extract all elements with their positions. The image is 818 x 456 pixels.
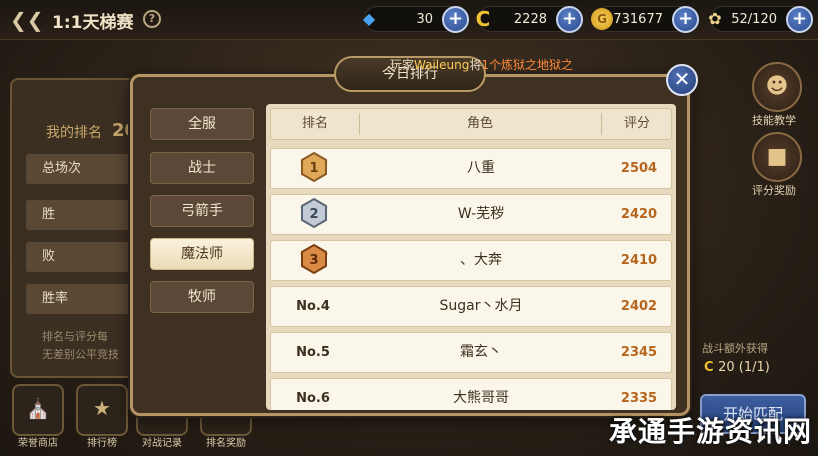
ticker-mid: 将 [469, 58, 482, 72]
blue-diamond-icon: ◆ [362, 9, 376, 28]
character-icon: ☻ [765, 74, 789, 99]
medal-number: 2 [309, 207, 318, 222]
resource-value: 731677 [613, 12, 663, 27]
rank-label: No.4 [296, 299, 330, 314]
table-row[interactable]: No.5 霜玄丶 2345 [270, 332, 672, 373]
role-name: W-芜秽 [457, 206, 505, 222]
column-header-score: 评分 [623, 116, 650, 131]
resource-stamina: ✿ 52/120 + [708, 6, 813, 33]
stat-row: 胜 [26, 200, 142, 230]
bronze-medal-icon: 3 [300, 243, 328, 275]
resource-gold: G 731677 + [591, 6, 699, 33]
ticker-highlight: 1个炼狱之地狱之 [481, 58, 574, 72]
resource-value: 52/120 [731, 12, 777, 27]
medal-number: 1 [309, 161, 318, 176]
note-line: 排名与评分每 [42, 330, 108, 343]
category-priest[interactable]: 牧师 [150, 281, 254, 313]
page-title: 1:1天梯赛 [52, 13, 134, 33]
silver-medal-icon: 2 [300, 197, 328, 229]
role-name: 八重 [467, 160, 495, 176]
column-header-role: 角色 [466, 116, 493, 131]
score-reward-label: 评分奖励 [752, 184, 796, 197]
category-warrior[interactable]: 战士 [150, 152, 254, 184]
resource-c-coin: C 2228 + [476, 6, 583, 33]
bottom-nav-label: 排行榜 [87, 438, 117, 449]
rank-label: No.6 [296, 391, 330, 406]
gold-coin-icon: G [591, 8, 613, 30]
honor-shop-button[interactable]: ⛪ [12, 384, 64, 436]
wings-icon: ✿ [708, 9, 722, 28]
score-value: 2402 [620, 299, 658, 314]
gold-medal-icon: 1 [300, 151, 328, 183]
gold-c-coin-icon: C [704, 360, 719, 375]
trophy-icon: ★ [93, 396, 111, 420]
add-gold-button[interactable]: + [672, 6, 699, 33]
skill-tutorial-label: 技能教学 [752, 114, 796, 127]
ticker-prefix: 玩家 [390, 58, 415, 72]
ticker-player-name: Waileung [414, 58, 470, 72]
table-row[interactable]: 3 、大奔 2410 [270, 240, 672, 281]
category-mage[interactable]: 魔法师 [150, 238, 254, 270]
score-value: 2420 [620, 207, 658, 222]
table-row[interactable]: 2 W-芜秽 2420 [270, 194, 672, 235]
category-all[interactable]: 全服 [150, 108, 254, 140]
stat-row: 败 [26, 242, 142, 272]
bottom-nav-label: 排名奖励 [206, 438, 246, 449]
score-value: 2504 [620, 161, 658, 176]
gold-c-coin-icon: C [475, 7, 491, 31]
question-icon[interactable]: ? [143, 10, 161, 28]
score-value: 2335 [620, 391, 658, 406]
shop-icon: ⛪ [25, 396, 51, 420]
announcement-ticker: 玩家Waileung将1个炼狱之地狱之 [390, 56, 610, 73]
add-c-coin-button[interactable]: + [556, 6, 583, 33]
bottom-nav-label: 荣誉商店 [18, 438, 58, 449]
table-row[interactable]: No.4 Sugar丶水月 2402 [270, 286, 672, 327]
resource-value: 2228 [513, 12, 547, 27]
role-name: 霜玄丶 [460, 344, 502, 360]
table-header: 排名 角色 评分 [270, 108, 672, 140]
stat-row: 总场次 [26, 154, 142, 184]
watermark: 承通手游资讯网 [608, 415, 812, 448]
score-reward-button[interactable]: ■ [752, 132, 802, 182]
score-value: 2345 [620, 345, 658, 360]
role-name: Sugar丶水月 [439, 298, 523, 314]
extra-reward-label: 战斗额外获得 [702, 342, 768, 355]
column-header-rank: 排名 [301, 116, 328, 131]
extra-reward-amount: 20 (1/1) [718, 360, 770, 375]
rank-label: No.5 [296, 345, 330, 360]
my-rank-label: 我的排名 [46, 125, 102, 141]
resource-diamond: ◆ 30 + [363, 6, 469, 33]
close-icon[interactable]: ✕ [666, 64, 698, 96]
table-row[interactable]: No.6 大熊哥哥 2335 [270, 378, 672, 410]
resource-value: 30 [416, 12, 433, 27]
chest-icon: ■ [766, 144, 788, 169]
table-row[interactable]: 1 八重 2504 [270, 148, 672, 189]
medal-number: 3 [309, 253, 318, 268]
leaderboard-button[interactable]: ★ [76, 384, 128, 436]
ranking-table: 排名 角色 评分 1 八重 2504 2 W-芜秽 2420 3 、大奔 241… [266, 104, 676, 410]
stat-row: 胜率 [26, 284, 142, 314]
my-stats-panel: 我的排名 20 总场次 胜 败 胜率 排名与评分每 无差别公平竞技 [10, 78, 142, 378]
add-diamond-button[interactable]: + [442, 6, 469, 33]
bottom-nav-label: 对战记录 [142, 438, 182, 449]
extra-reward-value: C 20 (1/1) [704, 360, 770, 375]
category-archer[interactable]: 弓箭手 [150, 195, 254, 227]
back-arrow-icon[interactable]: ❮❮ [10, 8, 44, 32]
role-name: 、大奔 [460, 252, 502, 268]
role-name: 大熊哥哥 [453, 390, 509, 406]
skill-tutorial-button[interactable]: ☻ [752, 62, 802, 112]
add-stamina-button[interactable]: + [786, 6, 813, 33]
note-line: 无差别公平竞技 [42, 348, 119, 361]
top-bar: ❮❮ 1:1天梯赛 ? ◆ 30 + C 2228 + G 731677 + ✿… [0, 0, 818, 40]
score-value: 2410 [620, 253, 658, 268]
